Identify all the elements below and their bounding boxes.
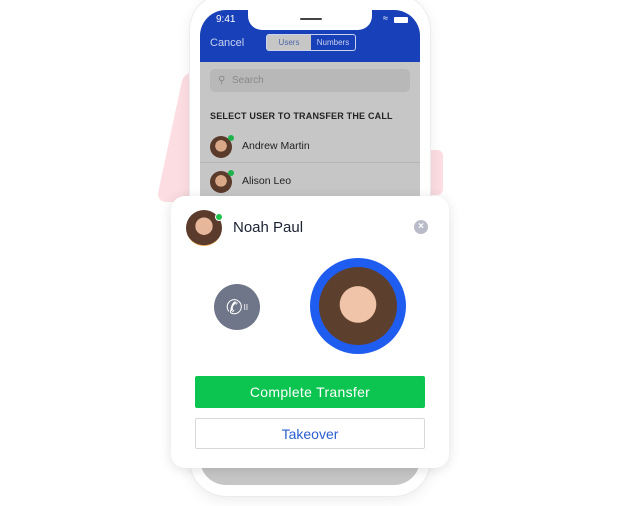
section-title: SELECT USER TO TRANSFER THE CALL <box>210 111 393 121</box>
user-name: Andrew Martin <box>242 140 310 152</box>
tab-numbers[interactable]: Numbers <box>311 35 355 50</box>
caller-name: Noah Paul <box>233 219 304 236</box>
search-icon: ⚲ <box>218 75 226 86</box>
notch <box>248 10 372 30</box>
segmented-control: Users Numbers <box>266 34 356 51</box>
online-indicator <box>228 135 234 141</box>
online-indicator <box>228 170 234 176</box>
speaker <box>300 18 322 20</box>
phone-hold-icon: ✆ II <box>214 284 260 330</box>
user-row[interactable]: Alison Leo <box>200 164 420 198</box>
avatar-photo <box>319 267 397 345</box>
tab-users[interactable]: Users <box>267 35 311 50</box>
takeover-button[interactable]: Takeover <box>195 418 425 449</box>
wifi-icon: ≈ <box>383 13 388 23</box>
user-name: Alison Leo <box>242 175 292 187</box>
cancel-button[interactable]: Cancel <box>210 37 244 49</box>
user-row[interactable]: Andrew Martin <box>200 129 420 163</box>
transfer-target-avatar <box>310 258 406 354</box>
app-header: 9:41 ≈ Cancel Users Numbers <box>200 10 420 62</box>
search-input[interactable]: ⚲ Search <box>210 69 410 92</box>
close-icon[interactable]: × <box>414 220 428 234</box>
search-placeholder: Search <box>232 75 264 86</box>
transfer-card: Noah Paul × ✆ II Complete Transfer Takeov… <box>171 196 449 468</box>
battery-icon <box>394 17 408 23</box>
online-indicator <box>215 213 223 221</box>
complete-transfer-button[interactable]: Complete Transfer <box>195 376 425 408</box>
status-time: 9:41 <box>216 14 236 25</box>
